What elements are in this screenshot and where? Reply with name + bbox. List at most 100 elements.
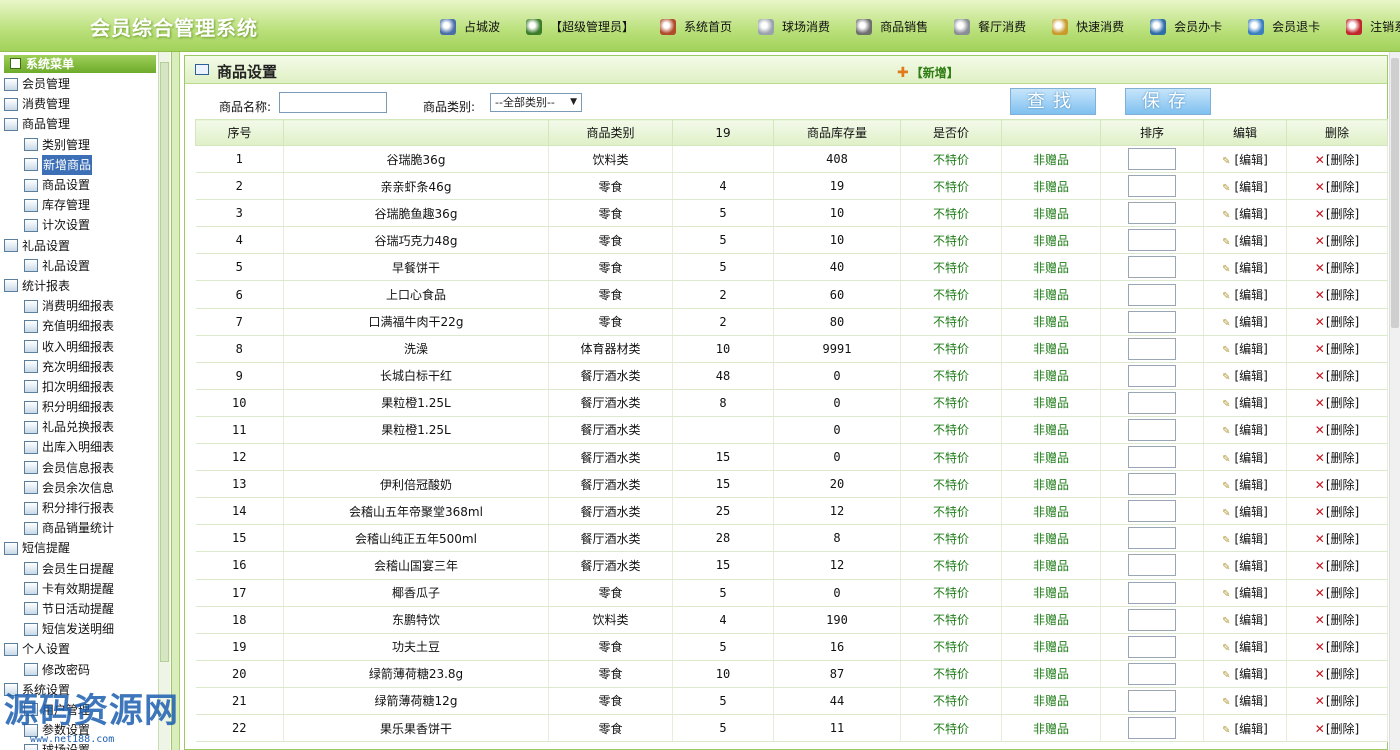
sidebar-item[interactable]: 类别管理	[4, 135, 158, 155]
sidebar-item[interactable]: 商品管理	[4, 114, 158, 134]
delete-link[interactable]: ✕[删除]	[1315, 451, 1359, 465]
sort-order-input[interactable]	[1128, 446, 1176, 469]
sort-order-input[interactable]	[1128, 418, 1176, 441]
nav-item-0[interactable]: 占城波	[440, 18, 500, 35]
sidebar-scroll-thumb[interactable]	[160, 62, 169, 662]
sort-order-input[interactable]	[1128, 337, 1176, 360]
delete-link[interactable]: ✕[删除]	[1315, 396, 1359, 410]
sort-order-input[interactable]	[1128, 527, 1176, 550]
goods-category-select[interactable]: --全部类别-- ▼	[490, 93, 582, 112]
sidebar-item[interactable]: 会员生日提醒	[4, 559, 158, 579]
sort-order-input[interactable]	[1128, 364, 1176, 387]
sidebar-scrollbar[interactable]	[158, 52, 170, 750]
save-button[interactable]: 保存	[1125, 88, 1211, 115]
add-new-link[interactable]: ✚ 【新增】	[897, 64, 959, 81]
edit-link[interactable]: ✎ [编辑]	[1222, 640, 1268, 654]
sort-order-input[interactable]	[1128, 310, 1176, 333]
edit-link[interactable]: ✎ [编辑]	[1222, 722, 1268, 736]
nav-item-7[interactable]: 会员办卡	[1150, 18, 1222, 35]
sidebar-item[interactable]: 计次设置	[4, 215, 158, 235]
nav-item-5[interactable]: 餐厅消费	[954, 18, 1026, 35]
edit-link[interactable]: ✎ [编辑]	[1222, 478, 1268, 492]
sidebar-item[interactable]: 消费管理	[4, 94, 158, 114]
edit-link[interactable]: ✎ [编辑]	[1222, 369, 1268, 383]
edit-link[interactable]: ✎ [编辑]	[1222, 261, 1268, 275]
delete-link[interactable]: ✕[删除]	[1315, 234, 1359, 248]
edit-link[interactable]: ✎ [编辑]	[1222, 559, 1268, 573]
sidebar-item[interactable]: 统计报表	[4, 276, 158, 296]
delete-link[interactable]: ✕[删除]	[1315, 180, 1359, 194]
frame-splitter[interactable]	[172, 52, 180, 750]
sort-order-input[interactable]	[1128, 256, 1176, 279]
sidebar-item[interactable]: 会员余次信息	[4, 478, 158, 498]
sidebar-item[interactable]: 礼品设置	[4, 256, 158, 276]
sidebar-item[interactable]: 短信发送明细	[4, 619, 158, 639]
sort-order-input[interactable]	[1128, 554, 1176, 577]
sort-order-input[interactable]	[1128, 391, 1176, 414]
edit-link[interactable]: ✎ [编辑]	[1222, 667, 1268, 681]
delete-link[interactable]: ✕[删除]	[1315, 694, 1359, 708]
find-button[interactable]: 查找	[1010, 88, 1096, 115]
edit-link[interactable]: ✎ [编辑]	[1222, 613, 1268, 627]
sort-order-input[interactable]	[1128, 175, 1176, 198]
delete-link[interactable]: ✕[删除]	[1315, 505, 1359, 519]
edit-link[interactable]: ✎ [编辑]	[1222, 153, 1268, 167]
nav-item-2[interactable]: 系统首页	[660, 18, 732, 35]
nav-item-4[interactable]: 商品销售	[856, 18, 928, 35]
sidebar-item[interactable]: 库存管理	[4, 195, 158, 215]
sort-order-input[interactable]	[1128, 202, 1176, 225]
delete-link[interactable]: ✕[删除]	[1315, 261, 1359, 275]
delete-link[interactable]: ✕[删除]	[1315, 288, 1359, 302]
sidebar-item[interactable]: 商品销量统计	[4, 518, 158, 538]
sidebar-item[interactable]: 个人设置	[4, 639, 158, 659]
sort-order-input[interactable]	[1128, 473, 1176, 496]
main-scrollbar[interactable]	[1389, 52, 1400, 750]
delete-link[interactable]: ✕[删除]	[1315, 667, 1359, 681]
edit-link[interactable]: ✎ [编辑]	[1222, 694, 1268, 708]
delete-link[interactable]: ✕[删除]	[1315, 559, 1359, 573]
delete-link[interactable]: ✕[删除]	[1315, 640, 1359, 654]
sidebar-item[interactable]: 商品设置	[4, 175, 158, 195]
sidebar-item[interactable]: 消费明细报表	[4, 296, 158, 316]
edit-link[interactable]: ✎ [编辑]	[1222, 288, 1268, 302]
sort-order-input[interactable]	[1128, 500, 1176, 523]
sidebar-item[interactable]: 礼品设置	[4, 236, 158, 256]
sidebar-item[interactable]: 积分排行报表	[4, 498, 158, 518]
sidebar-item[interactable]: 会员管理	[4, 74, 158, 94]
edit-link[interactable]: ✎ [编辑]	[1222, 234, 1268, 248]
sort-order-input[interactable]	[1128, 635, 1176, 658]
nav-item-6[interactable]: 快速消费	[1052, 18, 1124, 35]
delete-link[interactable]: ✕[删除]	[1315, 613, 1359, 627]
edit-link[interactable]: ✎ [编辑]	[1222, 451, 1268, 465]
nav-item-8[interactable]: 会员退卡	[1248, 18, 1320, 35]
delete-link[interactable]: ✕[删除]	[1315, 207, 1359, 221]
edit-link[interactable]: ✎ [编辑]	[1222, 342, 1268, 356]
delete-link[interactable]: ✕[删除]	[1315, 342, 1359, 356]
edit-link[interactable]: ✎ [编辑]	[1222, 423, 1268, 437]
sidebar-item[interactable]: 短信提醒	[4, 538, 158, 558]
goods-name-input[interactable]	[279, 92, 387, 113]
sort-order-input[interactable]	[1128, 662, 1176, 685]
nav-item-3[interactable]: 球场消费	[758, 18, 830, 35]
sidebar-item[interactable]: 卡有效期提醒	[4, 579, 158, 599]
sidebar-item[interactable]: 充次明细报表	[4, 357, 158, 377]
sidebar-item[interactable]: 扣次明细报表	[4, 377, 158, 397]
edit-link[interactable]: ✎ [编辑]	[1222, 180, 1268, 194]
sidebar-item[interactable]: 礼品兑换报表	[4, 417, 158, 437]
sidebar-item[interactable]: 节日活动提醒	[4, 599, 158, 619]
delete-link[interactable]: ✕[删除]	[1315, 315, 1359, 329]
edit-link[interactable]: ✎ [编辑]	[1222, 505, 1268, 519]
edit-link[interactable]: ✎ [编辑]	[1222, 532, 1268, 546]
sort-order-input[interactable]	[1128, 689, 1176, 712]
sort-order-input[interactable]	[1128, 229, 1176, 252]
sort-order-input[interactable]	[1128, 608, 1176, 631]
delete-link[interactable]: ✕[删除]	[1315, 153, 1359, 167]
edit-link[interactable]: ✎ [编辑]	[1222, 396, 1268, 410]
sidebar-item[interactable]: 收入明细报表	[4, 336, 158, 356]
sort-order-input[interactable]	[1128, 581, 1176, 604]
sidebar-item[interactable]: 出库入明细表	[4, 437, 158, 457]
edit-link[interactable]: ✎ [编辑]	[1222, 315, 1268, 329]
sidebar-item[interactable]: 积分明细报表	[4, 397, 158, 417]
sidebar-item[interactable]: 修改密码	[4, 659, 158, 679]
nav-item-1[interactable]: 【超级管理员】	[526, 18, 634, 35]
